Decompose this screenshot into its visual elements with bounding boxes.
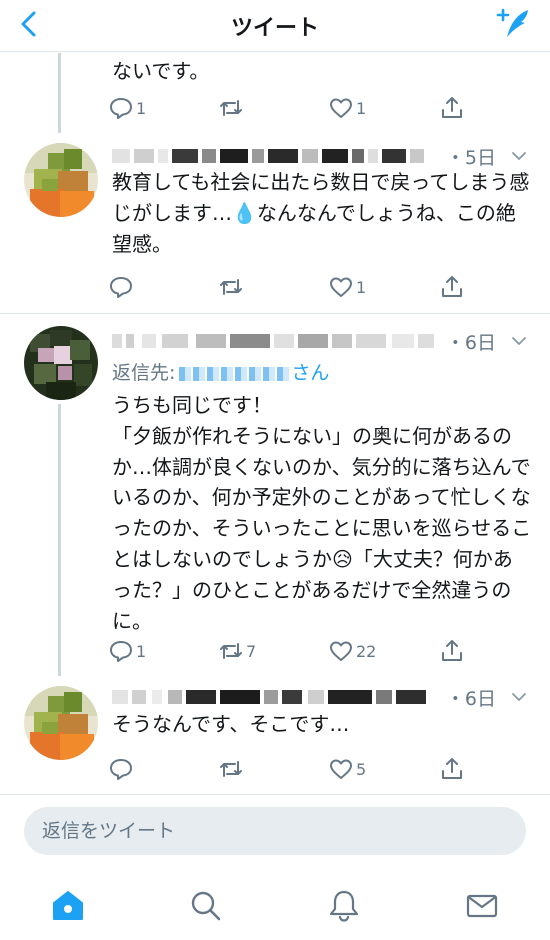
reply-count: 1: [136, 641, 147, 661]
share-icon: [442, 640, 462, 661]
tweet-actions: 1: [108, 272, 528, 302]
tweet-timestamp: ・6日: [445, 332, 496, 354]
thread-line: [58, 53, 61, 133]
reply-count: 1: [136, 98, 147, 118]
chevron-down-icon[interactable]: [510, 688, 528, 706]
reply-button[interactable]: 1: [108, 636, 146, 666]
share-icon: [442, 276, 462, 297]
tweet-actions: 1 7 22: [108, 636, 528, 666]
avatar[interactable]: [24, 326, 98, 400]
avatar-image: [24, 143, 98, 217]
retweet-button[interactable]: [218, 754, 246, 784]
reply-button[interactable]: 1: [108, 93, 146, 123]
like-button[interactable]: 22: [328, 636, 376, 666]
like-button[interactable]: 1: [328, 272, 366, 302]
reply-to-line: 返信先: さん: [112, 358, 329, 385]
reply-button[interactable]: [108, 272, 136, 302]
tweet-timestamp: ・5日: [445, 147, 496, 169]
like-button[interactable]: 1: [328, 93, 366, 123]
share-button[interactable]: [439, 272, 465, 302]
tweet[interactable]: ・5日 教育しても社会に出たら数日で戻ってしまう感じがします…💧なんなんでしょう…: [0, 133, 550, 314]
tweet-actions: 1 1: [108, 93, 528, 123]
like-button[interactable]: 5: [328, 754, 366, 784]
tweet[interactable]: ないです。 1 1: [0, 53, 550, 133]
heart-icon: [330, 98, 352, 118]
tweet-actions: 5: [108, 754, 528, 784]
retweet-icon: [220, 643, 242, 659]
tab-home[interactable]: [48, 886, 88, 926]
avatar[interactable]: [24, 143, 98, 217]
tweet-header: ・6日: [112, 328, 530, 354]
reply-icon: [110, 759, 132, 780]
like-count: 22: [356, 641, 377, 661]
tweet[interactable]: ・6日 返信先: さん うちも同じです！ 「夕飯が作れそうにない」の奥に何があるの…: [0, 314, 550, 682]
tweet-header: ・6日: [112, 684, 530, 710]
share-button[interactable]: [439, 754, 465, 784]
retweet-icon: [220, 761, 242, 777]
avatar[interactable]: [24, 686, 98, 760]
tweet-text: ないです。: [112, 59, 210, 83]
share-icon: [442, 758, 462, 779]
compose-tweet-icon[interactable]: [494, 6, 534, 42]
like-count: 5: [356, 759, 367, 779]
messages-icon: [466, 894, 498, 918]
tweet-header: ・5日: [112, 143, 530, 169]
chevron-down-icon[interactable]: [510, 332, 528, 350]
page-title: ツイート: [230, 16, 319, 41]
top-navigation-bar: ツイート: [0, 0, 550, 52]
share-button[interactable]: [439, 636, 465, 666]
retweet-button[interactable]: [218, 93, 246, 123]
tweet-text: そうなんです、そこです…: [112, 712, 350, 736]
tab-messages[interactable]: [462, 886, 502, 926]
like-count: 1: [356, 277, 367, 297]
bottom-tab-bar: [0, 870, 550, 940]
tweet-text: うちも同じです！ 「夕飯が作れそうにない」の奥に何があるのか…体調が良くないのか…: [112, 393, 532, 633]
tweet-text: 教育しても社会に出たら数日で戻ってしまう感じがします…💧なんなんでしょうね、この…: [112, 170, 530, 256]
redacted-username: [112, 334, 444, 348]
heart-icon: [330, 759, 352, 779]
retweet-button[interactable]: 7: [218, 636, 256, 666]
heart-icon: [330, 277, 352, 297]
heart-icon: [330, 641, 352, 661]
retweet-button[interactable]: [218, 272, 246, 302]
reply-button[interactable]: [108, 754, 136, 784]
thread-line: [58, 404, 61, 676]
avatar-image: [24, 686, 98, 760]
reply-icon: [110, 98, 132, 119]
tweet[interactable]: ・6日 そうなんです、そこです… 5: [0, 682, 550, 794]
reply-icon: [110, 641, 132, 662]
share-button[interactable]: [439, 93, 465, 123]
reply-to-suffix[interactable]: さん: [291, 362, 329, 384]
tweet-timestamp: ・6日: [445, 688, 496, 710]
like-count: 1: [356, 98, 367, 118]
reply-composer: [0, 794, 550, 869]
chevron-down-icon[interactable]: [510, 147, 528, 165]
tab-search[interactable]: [186, 886, 226, 926]
redacted-username: [112, 149, 444, 163]
notifications-icon: [329, 890, 359, 922]
redacted-username: [112, 690, 444, 704]
reply-input[interactable]: [24, 807, 526, 855]
redacted-reply-handle[interactable]: [179, 366, 292, 381]
tab-notifications[interactable]: [324, 886, 364, 926]
home-icon: [53, 891, 83, 920]
retweet-count: 7: [246, 641, 257, 661]
share-icon: [442, 97, 462, 118]
reply-icon: [110, 277, 132, 298]
reply-to-label: 返信先:: [112, 362, 176, 384]
retweet-icon: [220, 279, 242, 295]
retweet-icon: [220, 100, 242, 116]
avatar-image: [24, 326, 98, 400]
search-icon: [191, 891, 221, 921]
